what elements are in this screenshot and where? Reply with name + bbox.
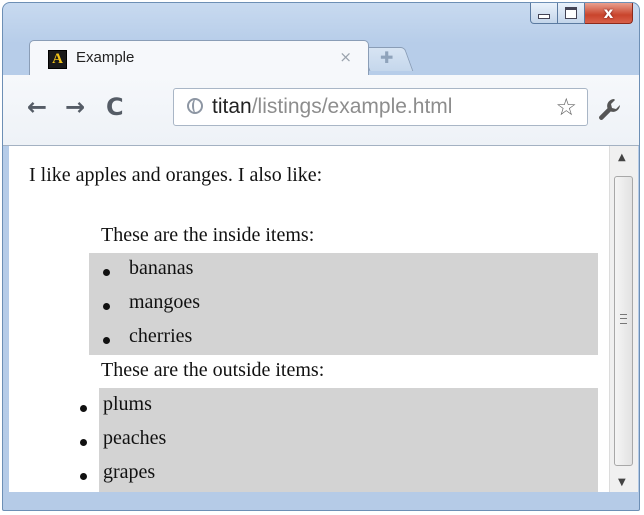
close-window-button[interactable]: x <box>585 3 633 24</box>
list-item: cherries <box>103 325 193 359</box>
bullet-icon <box>80 405 87 412</box>
bullet-icon <box>80 439 87 446</box>
bookmark-star-icon[interactable]: ☆ <box>555 93 577 121</box>
intro-text: I like apples and oranges. I also like: <box>29 164 323 186</box>
minimize-button[interactable] <box>530 3 558 24</box>
bullet-icon <box>103 303 110 310</box>
tab-example[interactable]: A Example × <box>29 40 369 76</box>
list-item: bananas <box>103 257 194 291</box>
close-icon: x <box>603 4 614 22</box>
window-caption-buttons: x <box>530 3 633 25</box>
page-content: I like apples and oranges. I also like: … <box>9 146 609 492</box>
list-item: grapes <box>80 461 156 484</box>
reload-button[interactable]: C <box>106 93 124 121</box>
list-item: mangoes <box>103 291 201 325</box>
list-item-text: mangoes <box>129 291 201 313</box>
maximize-icon <box>565 7 577 19</box>
back-button[interactable]: ← <box>27 93 47 121</box>
plus-icon: ✚ <box>380 48 394 67</box>
wrench-icon[interactable] <box>597 97 623 129</box>
inside-list: bananas mangoes cherries <box>89 253 598 355</box>
bullet-icon <box>80 473 87 480</box>
minimize-icon <box>538 13 550 19</box>
url-text[interactable]: titan/listings/example.html <box>212 95 452 119</box>
forward-button[interactable]: → <box>65 93 85 121</box>
favicon-icon: A <box>48 50 67 69</box>
list-item-text: peaches <box>103 427 167 449</box>
globe-icon <box>187 98 203 114</box>
url-host: titan <box>212 95 252 118</box>
favicon-letter: A <box>52 51 63 67</box>
scrollbar-thumb[interactable] <box>614 176 633 466</box>
outside-items-label: These are the outside items: <box>101 359 325 381</box>
list-item-text: bananas <box>129 257 194 279</box>
maximize-button[interactable] <box>558 3 585 24</box>
list-item-text: grapes <box>103 461 156 483</box>
list-item-text: plums <box>103 393 152 415</box>
list-item-text: cherries <box>129 325 193 347</box>
address-bar[interactable]: titan/listings/example.html ☆ <box>173 88 588 126</box>
outside-list: plums peaches grapes <box>80 388 598 492</box>
tab-title: Example <box>76 49 135 66</box>
list-item: peaches <box>80 427 167 450</box>
bullet-icon <box>103 269 110 276</box>
browser-window: x ✚ A Example × ← → C titan/listings/exa… <box>2 2 640 511</box>
tab-close-icon[interactable]: × <box>339 48 352 66</box>
scroll-down-arrow-icon[interactable]: ▼ <box>618 477 626 488</box>
grip-icon <box>620 314 627 324</box>
list-item: plums <box>80 393 152 416</box>
bullet-icon <box>103 337 110 344</box>
inside-items-label: These are the inside items: <box>101 224 315 246</box>
url-path: /listings/example.html <box>251 95 453 118</box>
vertical-scrollbar[interactable]: ▲ ▼ <box>609 146 638 492</box>
browser-toolbar: ← → C titan/listings/example.html ☆ <box>3 75 639 146</box>
scroll-up-arrow-icon[interactable]: ▲ <box>618 152 626 163</box>
